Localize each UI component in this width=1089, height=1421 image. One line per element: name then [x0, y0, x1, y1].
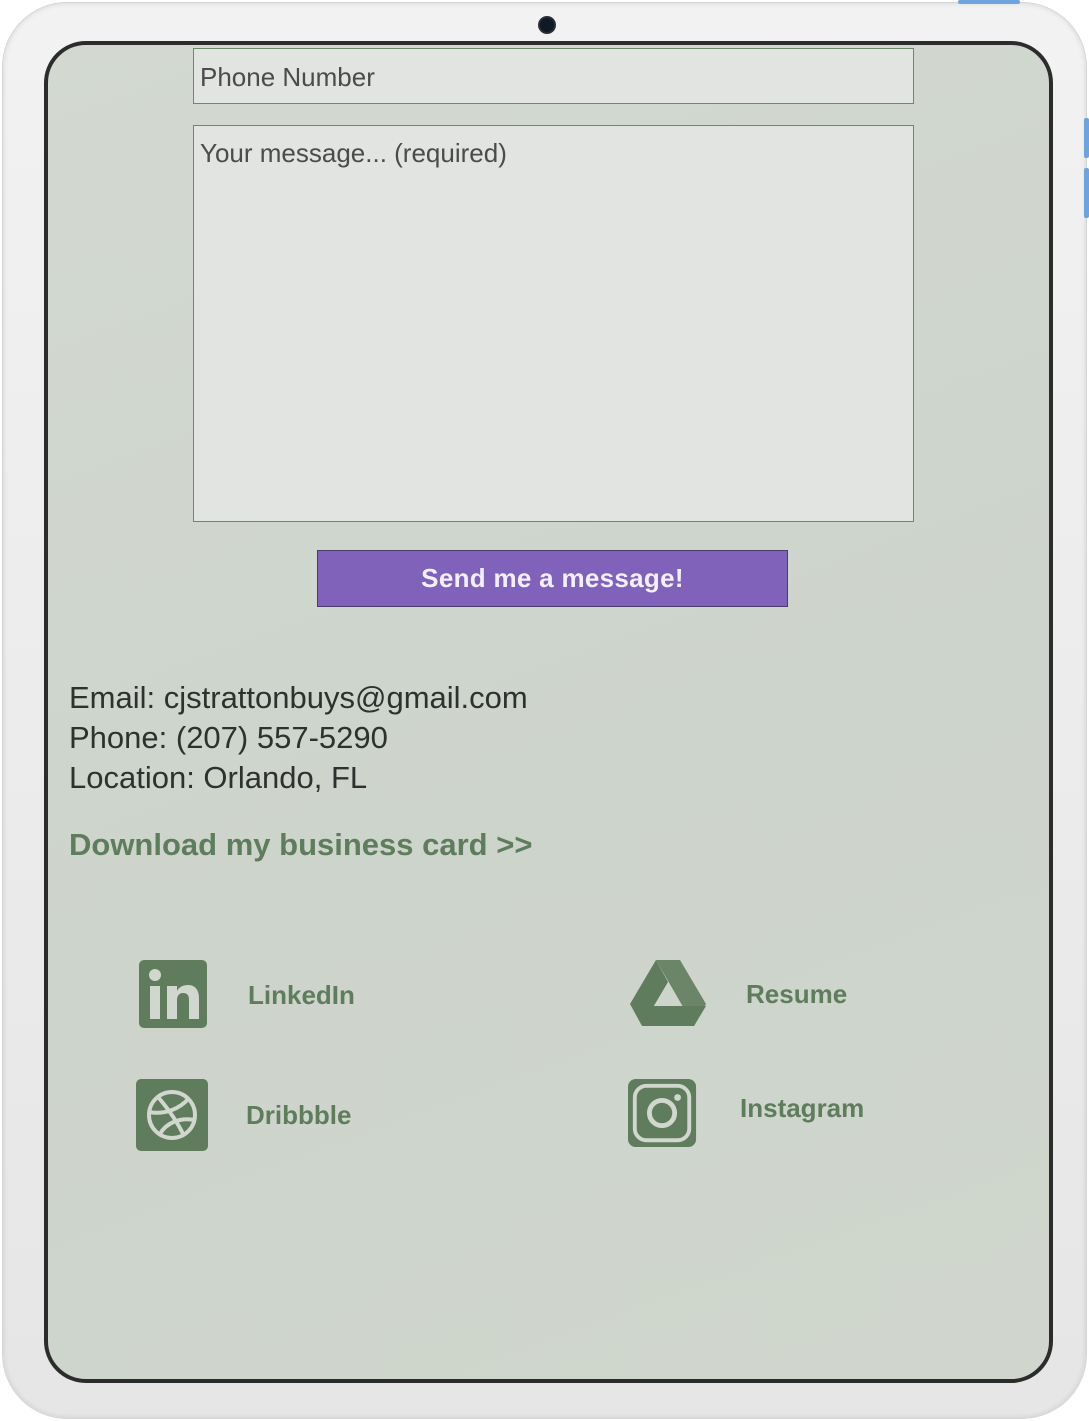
linkedin-icon [139, 960, 207, 1028]
social-link-instagram[interactable]: Instagram [628, 1079, 864, 1149]
contact-location: Location: Orlando, FL [69, 760, 368, 795]
social-link-resume[interactable]: Resume [628, 958, 847, 1030]
contact-info: Email: cjstrattonbuys@gmail.com Phone: (… [69, 678, 528, 798]
message-textarea[interactable]: Your message... (required) [193, 125, 914, 522]
google-drive-icon [630, 960, 706, 1026]
contact-email: Email: cjstrattonbuys@gmail.com [69, 680, 528, 715]
screen: Phone Number Your message... (required) … [44, 41, 1053, 1383]
message-placeholder: Your message... (required) [200, 138, 507, 168]
tablet-frame: Phone Number Your message... (required) … [3, 0, 1089, 1418]
phone-number-field[interactable]: Phone Number [193, 48, 914, 104]
power-button [958, 0, 1020, 4]
volume-down-button [1084, 168, 1089, 218]
volume-up-button [1084, 118, 1089, 158]
resume-label: Resume [746, 978, 848, 1009]
contact-phone: Phone: (207) 557-5290 [69, 720, 388, 755]
instagram-label: Instagram [740, 1092, 865, 1123]
social-link-dribbble[interactable]: Dribbble [136, 1079, 351, 1151]
linkedin-label: LinkedIn [248, 979, 355, 1010]
instagram-icon [628, 1079, 697, 1148]
phone-number-placeholder: Phone Number [200, 62, 375, 92]
download-business-card-link[interactable]: Download my business card >> [69, 827, 532, 863]
front-camera [540, 18, 554, 32]
dribbble-label: Dribbble [246, 1099, 352, 1130]
dribbble-icon [136, 1079, 208, 1151]
social-link-linkedin[interactable]: LinkedIn [138, 959, 355, 1031]
send-message-button[interactable]: Send me a message! [317, 550, 788, 607]
